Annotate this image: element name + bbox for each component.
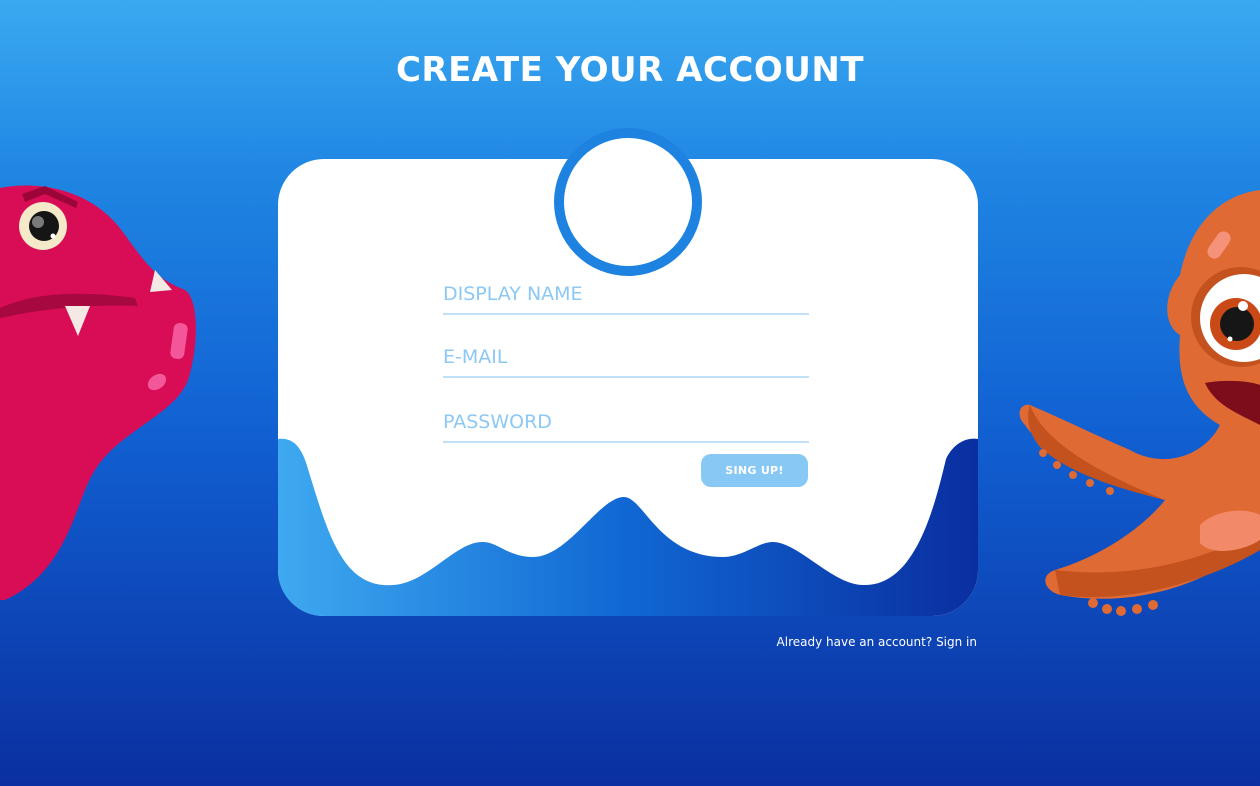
avatar-placeholder[interactable] [554, 128, 702, 276]
page-title: CREATE YOUR ACCOUNT [395, 50, 865, 90]
display-name-input[interactable] [443, 283, 809, 305]
pink-monster-illustration [0, 185, 196, 601]
orange-octopus-illustration [1019, 190, 1260, 616]
email-input[interactable] [443, 346, 809, 368]
signin-link[interactable]: Sign in [936, 635, 977, 649]
signin-prompt: Already have an account? Sign in [777, 635, 977, 649]
email-field [443, 330, 809, 378]
password-field [443, 395, 809, 443]
signup-button[interactable]: SING UP! [701, 454, 808, 487]
signin-prompt-text: Already have an account? [776, 635, 933, 649]
display-name-field [443, 267, 809, 315]
password-input[interactable] [443, 411, 809, 433]
